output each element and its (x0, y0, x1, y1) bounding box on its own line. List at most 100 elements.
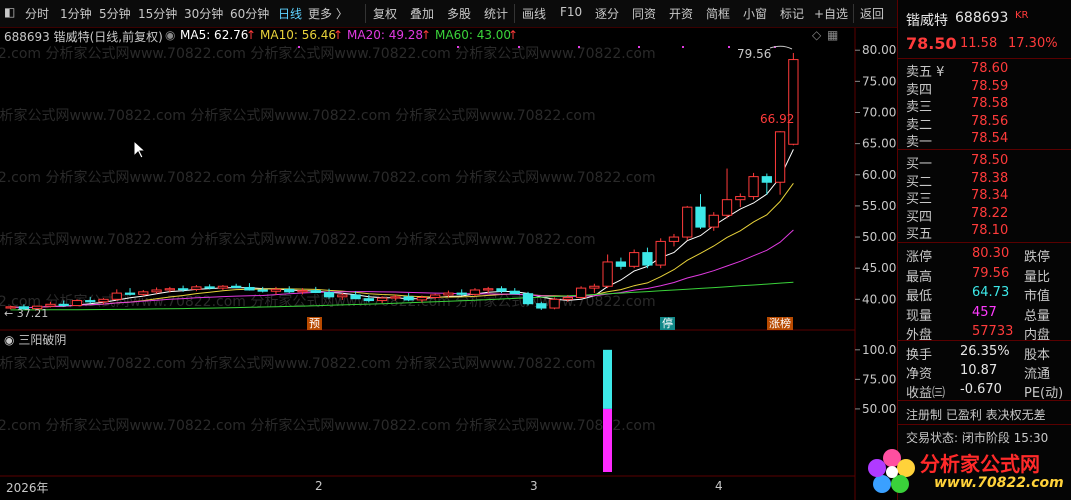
flower-logo-icon (868, 449, 915, 493)
indicator-bar-magenta (603, 408, 612, 472)
candle-body (138, 291, 149, 295)
candle-body (788, 59, 799, 145)
multi-stock-button[interactable]: 多股 (447, 5, 471, 22)
overlay-button[interactable]: 叠加 (410, 5, 434, 22)
candle-body (430, 294, 441, 298)
kaizi-button[interactable]: 开资 (669, 5, 693, 22)
candle-body (204, 286, 215, 289)
back-button[interactable]: 返回 (860, 5, 884, 22)
tab-60min[interactable]: 60分钟 (230, 5, 269, 22)
candle-body (642, 252, 653, 266)
small-window-button[interactable]: 小窗 (743, 5, 767, 22)
stat2-label2-0: 股本 (1024, 348, 1051, 363)
more-menu-button[interactable]: 更多 〉 (308, 5, 348, 22)
f10-button[interactable]: F10 (560, 5, 582, 19)
high-arrow (769, 45, 793, 50)
candle-body (337, 294, 348, 298)
signal-dot (682, 46, 684, 48)
candle-body (244, 286, 255, 291)
indicator-tick-label: 75.00 (862, 372, 896, 386)
panel-price: 78.50 (906, 34, 957, 53)
signal-dot (518, 46, 520, 48)
kline-chart[interactable]: 822.com 分析家公式网www.70822.com 分析家公式网www.70… (0, 28, 897, 500)
bid-label-1: 买一 (906, 157, 933, 172)
candle-body (721, 199, 733, 216)
stat-label-0: 涨停 (906, 250, 933, 265)
stat-label-1: 最高 (906, 269, 933, 285)
bid-price-2: 78.38 (971, 170, 1009, 186)
grid-icon[interactable]: ▦ (827, 28, 838, 42)
diamond-icon[interactable]: ◇ (812, 28, 821, 42)
watermark-text: 822.com 分析家公式网www.70822.com 分析家公式网www.70… (0, 417, 656, 434)
stats-button[interactable]: 统计 (484, 5, 508, 22)
candle-body (483, 288, 494, 291)
ma10-arrow-icon: ↑ (333, 28, 344, 42)
tab-1min[interactable]: 1分钟 (60, 5, 92, 22)
candle-body (58, 303, 69, 307)
bid-label-5: 买五 (906, 227, 933, 242)
candle-body (416, 296, 428, 301)
ask-label-3: 卖三 (906, 100, 933, 115)
ma-settings-icon[interactable]: ◉ (165, 28, 175, 42)
candle-body (376, 297, 388, 302)
indicator-settings-icon[interactable]: ◉ (4, 333, 14, 347)
candle-body (231, 285, 242, 288)
price-tick-label: 60.00 (862, 168, 896, 182)
candle-body (708, 214, 719, 228)
add-watchlist-button[interactable]: +自选 (814, 5, 848, 22)
signal-dot (298, 46, 300, 48)
candle-body (536, 303, 547, 309)
site-logo: 分析家公式网 www.70822.com (858, 444, 1068, 496)
xaxis-label-1: 2 (315, 479, 323, 493)
simple-frame-button[interactable]: 简框 (706, 5, 730, 22)
candle-body (549, 298, 560, 309)
price-tick-label: 70.00 (862, 106, 896, 120)
price-tick-label: 75.00 (862, 74, 896, 88)
bid-label-3: 买三 (906, 192, 933, 207)
candle-body (403, 296, 414, 301)
watermark-text: 822.com 分析家公式网www.70822.com 分析家公式网www.70… (0, 355, 596, 372)
candle-body (111, 292, 122, 300)
panel-stock-code: 688693 (955, 10, 1009, 26)
tab-5min[interactable]: 5分钟 (99, 5, 131, 22)
panel-pct: 17.30% (1008, 36, 1058, 51)
price-axis: 40.00 45.00 50.00 55.00 60.00 65.00 70.00 75.00… (855, 43, 896, 306)
bid-price-5: 78.10 (971, 223, 1009, 238)
indicator-title[interactable]: ◉ 三阳破阴 (4, 331, 66, 348)
tab-30min[interactable]: 30分钟 (184, 5, 223, 22)
badge-zhangbang[interactable]: 涨榜 (767, 317, 793, 330)
candle-body (284, 288, 295, 293)
xaxis-label-2: 3 (530, 479, 538, 493)
tab-15min[interactable]: 15分钟 (138, 5, 177, 22)
stat2-label2-2: PE(动) (1024, 386, 1064, 401)
candle-body (589, 285, 600, 289)
stat-label2-3: 总量 (1024, 308, 1051, 324)
badge-ting[interactable]: 停 (660, 317, 675, 330)
candle-body (85, 300, 96, 303)
candle-body (629, 252, 640, 267)
signal-dot (728, 46, 730, 48)
zhufen-button[interactable]: 逐分 (595, 5, 619, 22)
ask-price-4: 78.59 (971, 78, 1009, 94)
candle-body (748, 176, 759, 198)
badge-yu[interactable]: 预 (307, 317, 322, 330)
mark-button[interactable]: 标记 (780, 5, 804, 22)
sidebar-toggle-icon[interactable]: ◧ (4, 5, 15, 19)
fuquan-button[interactable]: 复权 (373, 5, 397, 22)
price-tick-label: 50.00 (862, 230, 896, 244)
panel-stock-name: 锴威特 (906, 13, 948, 29)
candle-body (164, 288, 175, 291)
candle-body (496, 288, 507, 292)
candle-body (695, 206, 706, 228)
draw-line-button[interactable]: 画线 (522, 5, 546, 22)
tab-fenshi[interactable]: 分时 (25, 5, 49, 22)
candle-body (350, 294, 361, 300)
tab-daily[interactable]: 日线 (278, 5, 302, 22)
bid-price-4: 78.22 (971, 205, 1009, 221)
tongzi-button[interactable]: 同资 (632, 5, 656, 22)
bid-price-3: 78.34 (971, 188, 1009, 203)
mid-price-label: 66.92 (760, 112, 795, 126)
price-tick-label: 40.00 (862, 292, 896, 306)
candle-body (98, 298, 109, 303)
indicator-tick-label: 100.0 (862, 343, 896, 357)
